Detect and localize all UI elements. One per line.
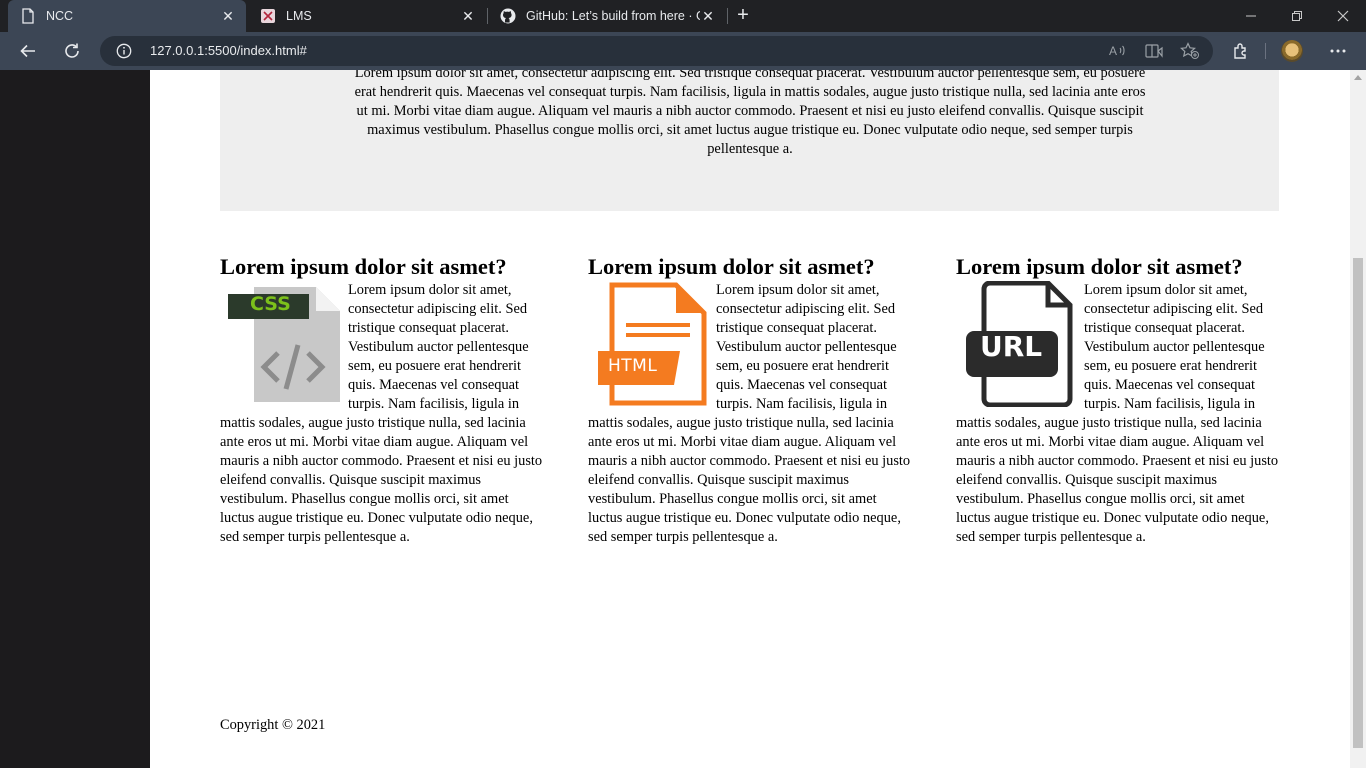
minimize-icon[interactable]: [1228, 0, 1274, 32]
copyright-footer: Copyright © 2021: [220, 717, 326, 733]
close-tab-icon[interactable]: ✕: [460, 8, 476, 24]
tab-title: GitHub: Let’s build from here · Gi: [526, 9, 700, 23]
hero-text: Lorem ipsum dolor sit amet, consectetur …: [354, 70, 1146, 157]
tab-lms[interactable]: LMS ✕: [248, 0, 486, 32]
column-heading: Lorem ipsum dolor sit asmet?: [956, 254, 1243, 279]
close-tab-icon[interactable]: ✕: [220, 8, 236, 24]
read-aloud-icon[interactable]: A: [1108, 41, 1128, 61]
page-scrollbar[interactable]: [1350, 70, 1366, 768]
reload-icon[interactable]: [57, 36, 87, 66]
github-icon: [500, 8, 516, 24]
feature-column-url: Lorem ipsum dolor sit asmet? URL Lorem i…: [956, 253, 1280, 547]
svg-text:A: A: [1109, 44, 1117, 58]
browser-toolbar: 127.0.0.1:5500/index.html# A: [0, 32, 1366, 70]
sidebar: [0, 70, 150, 768]
url-file-icon: URL: [956, 281, 1078, 409]
add-favorite-icon[interactable]: [1180, 41, 1200, 61]
tab-title: LMS: [286, 9, 312, 23]
tab-divider: [727, 8, 728, 24]
restore-icon[interactable]: [1274, 0, 1320, 32]
html-label: HTML: [608, 356, 658, 376]
lms-icon: [260, 8, 276, 24]
browser-tab-strip: NCC ✕ LMS ✕ GitHub: Let’s build from her…: [0, 0, 1366, 32]
css-label: CSS: [250, 293, 291, 315]
html-file-icon: HTML: [588, 281, 710, 409]
hero-section: Lorem ipsum dolor sit amet, consectetur …: [220, 70, 1279, 211]
scrollbar-thumb[interactable]: [1353, 258, 1363, 748]
feature-column-css: Lorem ipsum dolor sit asmet? CSS Lorem i…: [220, 253, 544, 547]
scroll-up-arrow-icon[interactable]: [1354, 75, 1362, 80]
page-icon: [20, 8, 36, 24]
feature-column-html: Lorem ipsum dolor sit asmet? HTML Lorem …: [588, 253, 912, 547]
extensions-icon[interactable]: [1226, 36, 1256, 66]
tab-ncc[interactable]: NCC ✕: [8, 0, 246, 32]
column-heading: Lorem ipsum dolor sit asmet?: [220, 254, 507, 279]
profile-avatar[interactable]: [1281, 40, 1303, 62]
url-label: URL: [980, 330, 1043, 363]
more-menu-icon[interactable]: [1323, 36, 1353, 66]
column-heading: Lorem ipsum dolor sit asmet?: [588, 254, 875, 279]
css-file-icon: CSS: [220, 281, 342, 409]
address-bar[interactable]: 127.0.0.1:5500/index.html# A: [100, 36, 1213, 66]
toolbar-divider: [1265, 43, 1266, 59]
page-viewport: Lorem ipsum dolor sit amet, consectetur …: [0, 70, 1366, 768]
url-text: 127.0.0.1:5500/index.html#: [150, 43, 307, 58]
close-window-icon[interactable]: [1320, 0, 1366, 32]
tab-title: NCC: [46, 9, 74, 23]
tab-github[interactable]: GitHub: Let’s build from here · Gi ✕: [488, 0, 726, 32]
reading-view-icon[interactable]: [1144, 41, 1164, 61]
close-tab-icon[interactable]: ✕: [700, 8, 716, 24]
new-tab-button[interactable]: +: [732, 4, 754, 26]
back-arrow-icon[interactable]: [13, 36, 43, 66]
info-icon[interactable]: [116, 43, 132, 59]
